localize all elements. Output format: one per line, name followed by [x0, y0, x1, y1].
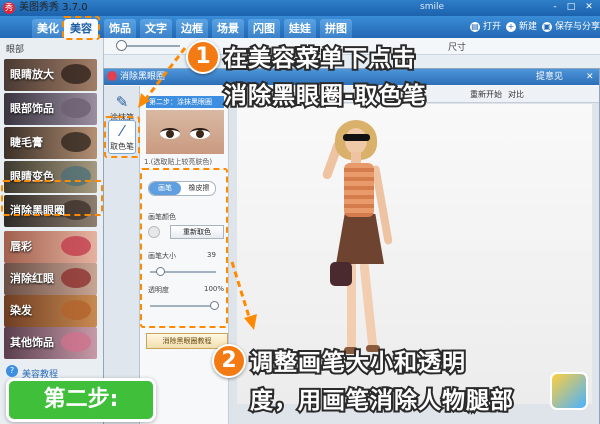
arrow-to-tool [143, 47, 187, 101]
step-one-line-2: 消除黑眼圈-取色笔 [222, 81, 428, 111]
step-one-line-1: 在美容菜单下点击 [222, 44, 417, 74]
step-two-line-1: 调整画笔大小和透明 [248, 348, 467, 378]
arrow-head-tool [138, 93, 150, 108]
step-two-marker: 2 [212, 344, 246, 378]
step-one-marker: 1 [186, 40, 220, 74]
arrow-head-canvas [244, 314, 257, 330]
step-two-line-2: 度，用画笔消除人物腿部 [248, 386, 515, 416]
step-badge: 第二步: [6, 378, 156, 422]
arrow-to-canvas [230, 261, 252, 321]
app-corner-icon [550, 372, 588, 410]
